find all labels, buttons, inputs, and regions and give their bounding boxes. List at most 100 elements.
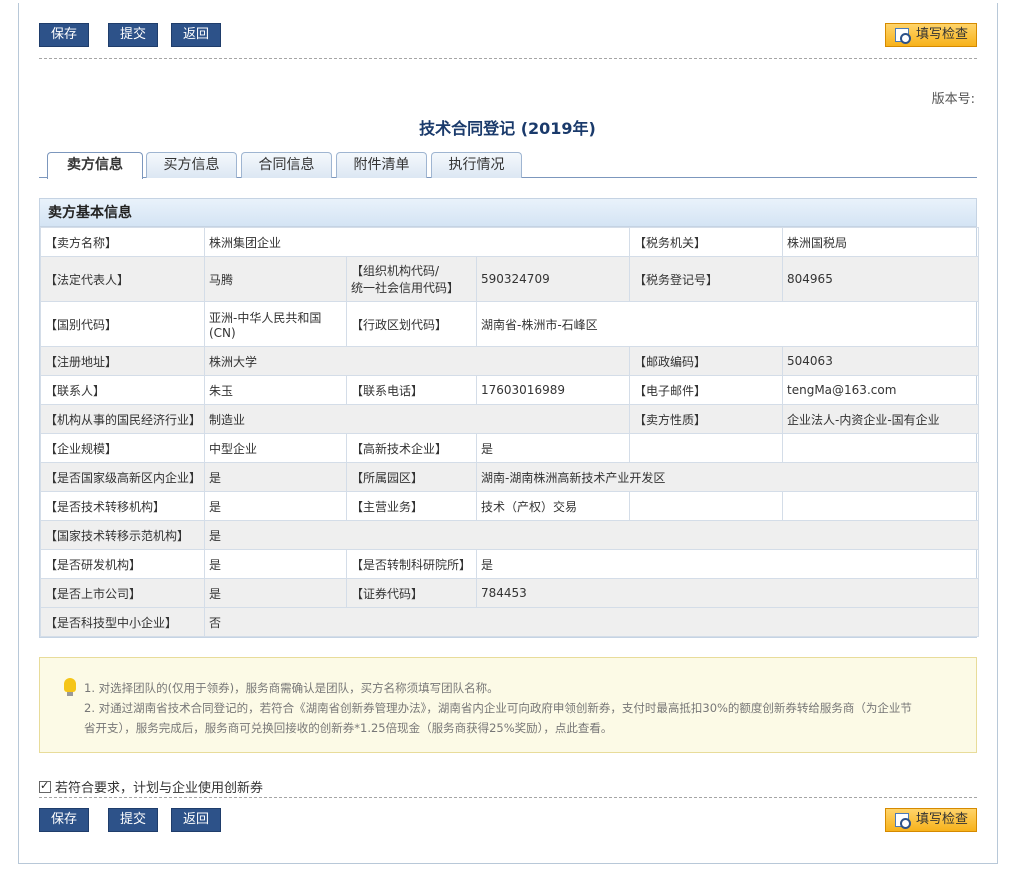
field-label: 【行政区划代码】	[346, 301, 477, 347]
innovation-voucher-checkbox[interactable]	[39, 779, 51, 793]
field-value: tengMa@163.com	[782, 375, 980, 405]
tips-box: 1. 对选择团队的(仅用于领券)，服务商需确认是团队，买方名称须填写团队名称。 …	[39, 657, 977, 753]
fill-check-button[interactable]: 填写检查	[885, 23, 977, 47]
field-value: 湖南省-株洲市-石峰区	[475, 301, 980, 347]
back-button-bottom[interactable]: 返回	[171, 808, 221, 832]
tab-seller[interactable]: 卖方信息	[47, 152, 143, 179]
field-value: 株洲集团企业	[203, 227, 631, 257]
seller-info-table: 【卖方名称】 株洲集团企业 【税务机关】 株洲国税局 【法定代表人】 马腾 【组…	[40, 227, 980, 637]
field-value: 亚洲-中华人民共和国(CN)	[204, 301, 347, 347]
fill-check-label: 填写检查	[916, 27, 969, 42]
tab-buyer[interactable]: 买方信息	[146, 152, 237, 178]
field-value: 技术（产权）交易	[475, 491, 631, 521]
field-label: 【税务机关】	[629, 227, 784, 257]
field-value: 是	[204, 549, 347, 579]
save-button-bottom[interactable]: 保存	[39, 808, 89, 832]
field-value: 株洲国税局	[782, 227, 980, 257]
table-row: 【是否技术转移机构】 是 【主营业务】 技术（产权）交易	[40, 491, 980, 521]
inspect-icon	[895, 28, 911, 44]
field-value: 804965	[782, 256, 980, 302]
field-label: 【国家技术转移示范机构】	[40, 520, 205, 550]
field-value: 马腾	[204, 256, 347, 302]
tab-contract[interactable]: 合同信息	[241, 152, 332, 178]
field-label: 【主营业务】	[346, 491, 477, 521]
field-value: 是	[475, 549, 980, 579]
field-label: 【是否技术转移机构】	[40, 491, 205, 521]
field-label: 【企业规模】	[40, 433, 205, 463]
field-value: 湖南-湖南株洲高新技术产业开发区	[475, 462, 980, 492]
field-label: 【税务登记号】	[629, 256, 784, 302]
field-value: 否	[203, 607, 980, 637]
divider	[39, 58, 977, 59]
field-label: 【联系电话】	[346, 375, 477, 405]
divider	[39, 797, 977, 798]
field-label: 【是否上市公司】	[40, 578, 205, 608]
field-label: 【国别代码】	[40, 301, 205, 347]
inspect-icon	[895, 813, 911, 829]
table-row: 【机构从事的国民经济行业】 制造业 【卖方性质】 企业法人-内资企业-国有企业	[40, 404, 980, 434]
lightbulb-icon	[64, 678, 76, 696]
field-label: 【是否转制科研院所】	[346, 549, 477, 579]
field-label-line: 【组织机构代码/	[351, 264, 440, 278]
tip-line: 1. 对选择团队的(仅用于领券)，服务商需确认是团队，买方名称须填写团队名称。	[84, 681, 499, 695]
field-value: 朱玉	[204, 375, 347, 405]
tip-line[interactable]: 省开支），服务完成后，服务商可兑换回接收的创新券*1.25倍现金（服务商获得25…	[84, 718, 956, 738]
tab-attachments[interactable]: 附件清单	[336, 152, 427, 178]
field-label: 【电子邮件】	[629, 375, 784, 405]
tab-bar: 卖方信息 买方信息 合同信息 附件清单 执行情况	[39, 152, 977, 179]
field-label: 【注册地址】	[40, 346, 205, 376]
field-label: 【证券代码】	[346, 578, 477, 608]
field-value: 制造业	[203, 404, 631, 434]
field-value: 是	[203, 520, 980, 550]
field-value: 是	[204, 578, 347, 608]
table-row: 【卖方名称】 株洲集团企业 【税务机关】 株洲国税局	[40, 227, 980, 257]
field-label: 【卖方性质】	[629, 404, 784, 434]
table-row: 【企业规模】 中型企业 【高新技术企业】 是	[40, 433, 980, 463]
field-label: 【联系人】	[40, 375, 205, 405]
checkbox-label: 若符合要求，计划与企业使用创新券	[55, 781, 264, 796]
table-row: 【注册地址】 株洲大学 【邮政编码】 504063	[40, 346, 980, 376]
empty-cell	[782, 433, 980, 463]
field-label: 【高新技术企业】	[346, 433, 477, 463]
fill-check-label: 填写检查	[916, 812, 969, 827]
table-row: 【联系人】 朱玉 【联系电话】 17603016989 【电子邮件】 tengM…	[40, 375, 980, 405]
field-value: 企业法人-内资企业-国有企业	[782, 404, 980, 434]
panel-title: 卖方基本信息	[40, 199, 976, 227]
tab-execution[interactable]: 执行情况	[431, 152, 522, 178]
field-value: 504063	[782, 346, 980, 376]
innovation-voucher-option[interactable]: 若符合要求，计划与企业使用创新券	[39, 777, 263, 796]
field-label: 【卖方名称】	[40, 227, 205, 257]
table-row: 【是否上市公司】 是 【证券代码】 784453	[40, 578, 980, 608]
empty-cell	[782, 491, 980, 521]
empty-cell	[629, 491, 784, 521]
field-label: 【组织机构代码/统一社会信用代码】	[346, 256, 477, 302]
save-button[interactable]: 保存	[39, 23, 89, 47]
table-row: 【是否国家级高新区内企业】 是 【所属园区】 湖南-湖南株洲高新技术产业开发区	[40, 462, 980, 492]
table-row: 【国别代码】 亚洲-中华人民共和国(CN) 【行政区划代码】 湖南省-株洲市-石…	[40, 301, 980, 347]
field-value: 是	[475, 433, 631, 463]
field-label: 【是否研发机构】	[40, 549, 205, 579]
field-value: 是	[204, 491, 347, 521]
tip-line[interactable]: 2. 对通过湖南省技术合同登记的，若符合《湖南省创新券管理办法》，湖南省内企业可…	[84, 698, 956, 718]
submit-button-bottom[interactable]: 提交	[108, 808, 158, 832]
version-label: 版本号:	[931, 92, 975, 107]
table-row: 【国家技术转移示范机构】 是	[40, 520, 980, 550]
field-label: 【法定代表人】	[40, 256, 205, 302]
field-label: 【邮政编码】	[629, 346, 784, 376]
submit-button[interactable]: 提交	[108, 23, 158, 47]
field-label-line: 统一社会信用代码】	[351, 281, 460, 295]
field-value: 17603016989	[475, 375, 631, 405]
page-title: 技术合同登记 (2019年)	[419, 119, 596, 138]
field-label: 【机构从事的国民经济行业】	[40, 404, 205, 434]
field-label: 【所属园区】	[346, 462, 477, 492]
field-value: 中型企业	[204, 433, 347, 463]
field-value: 590324709	[475, 256, 631, 302]
field-label: 【是否国家级高新区内企业】	[40, 462, 205, 492]
table-row: 【法定代表人】 马腾 【组织机构代码/统一社会信用代码】 590324709 【…	[40, 256, 980, 302]
field-value: 是	[204, 462, 347, 492]
field-label: 【是否科技型中小企业】	[40, 607, 205, 637]
fill-check-button-bottom[interactable]: 填写检查	[885, 808, 977, 832]
back-button[interactable]: 返回	[171, 23, 221, 47]
empty-cell	[629, 433, 784, 463]
table-row: 【是否研发机构】 是 【是否转制科研院所】 是	[40, 549, 980, 579]
